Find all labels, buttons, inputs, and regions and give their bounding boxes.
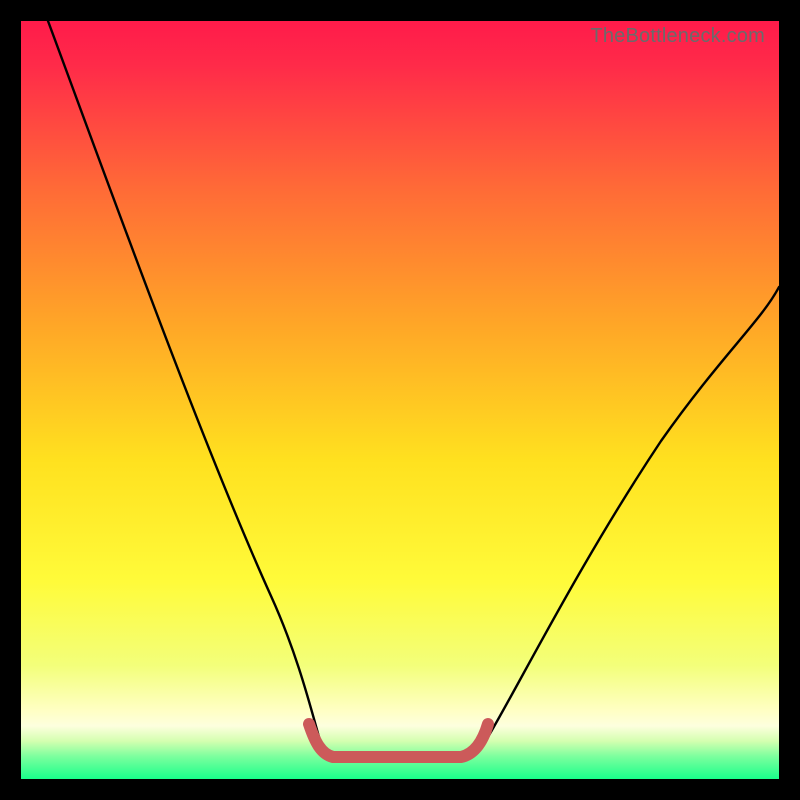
curve-left [48,21,342,757]
chart-frame: TheBottleneck.com [0,0,800,800]
plot-area: TheBottleneck.com [21,21,779,779]
optimal-band-segment [309,724,488,757]
bottleneck-curve [21,21,779,779]
curve-right [455,287,779,757]
watermark-text: TheBottleneck.com [590,25,765,48]
